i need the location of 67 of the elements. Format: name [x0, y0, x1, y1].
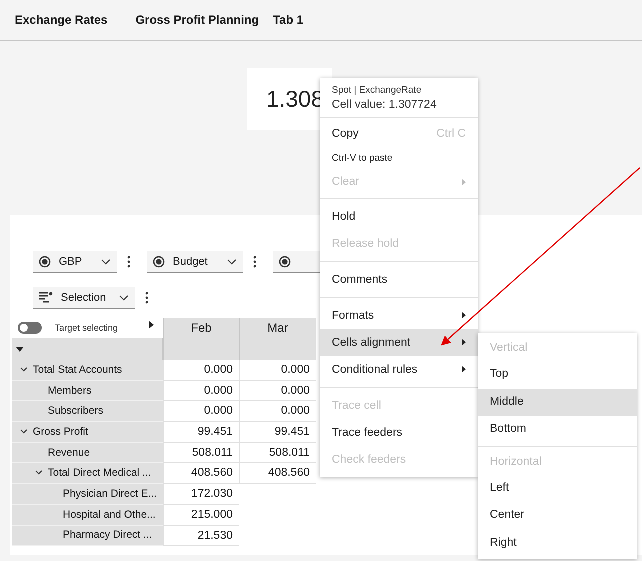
- kebab-menu-icon[interactable]: [253, 256, 257, 268]
- row-header: Revenue: [12, 442, 163, 464]
- value-cell[interactable]: 0.000: [239, 380, 316, 402]
- kebab-menu-icon[interactable]: [127, 256, 131, 268]
- row-header: Hospital and Othe...: [12, 504, 163, 526]
- value-cell[interactable]: 215.000: [163, 504, 239, 526]
- value-cell[interactable]: 508.011: [163, 442, 239, 464]
- radio-icon: [279, 256, 291, 268]
- cell-value-text: Cell value: 1.307724: [332, 99, 438, 111]
- value-cell[interactable]: 0.000: [163, 360, 239, 381]
- dashboard-tab[interactable]: Gross Profit Planning: [136, 13, 260, 27]
- dashboard-tab[interactable]: Tab 1: [273, 13, 304, 27]
- value-cell[interactable]: 0.000: [163, 380, 239, 402]
- toggle-label: Target selecting: [55, 323, 118, 333]
- value-cell[interactable]: 408.560: [163, 463, 239, 484]
- value-cell[interactable]: 408.560: [239, 463, 316, 484]
- menu-item[interactable]: Right: [478, 530, 637, 557]
- chevron-down-icon[interactable]: [20, 428, 28, 436]
- menu-title: Spot | ExchangeRate: [332, 85, 423, 96]
- menu-item[interactable]: Comments: [320, 266, 478, 293]
- row-header: Gross Profit: [12, 422, 163, 443]
- row-header: Members: [12, 380, 163, 402]
- column-header: Feb: [163, 318, 239, 360]
- radio-icon: [153, 256, 165, 268]
- value-cell[interactable]: 99.451: [163, 422, 239, 443]
- chevron-down-icon[interactable]: [20, 366, 28, 374]
- triangle-right-icon[interactable]: [149, 321, 154, 329]
- row-header: Pharmacy Direct ...: [12, 526, 163, 546]
- menu-item[interactable]: Bottom: [478, 416, 637, 444]
- value-cell[interactable]: 0.000: [239, 360, 316, 381]
- menu-item[interactable]: Conditional rules: [320, 356, 478, 383]
- value-cell[interactable]: 21.530: [163, 526, 239, 546]
- submenu-heading: Horizontal: [489, 454, 543, 470]
- menu-item[interactable]: Formats: [320, 302, 478, 329]
- chevron-down-icon[interactable]: [35, 469, 43, 478]
- toggle-switch[interactable]: [18, 322, 42, 334]
- dashboard-tab[interactable]: Exchange Rates: [15, 13, 108, 27]
- row-header: Total Direct Medical ...: [12, 463, 163, 484]
- value-cell[interactable]: 172.030: [163, 484, 239, 505]
- selection-list-icon: [39, 292, 53, 304]
- menu-item[interactable]: Cells alignment: [320, 329, 478, 356]
- row-header: Subscribers: [12, 401, 163, 422]
- value-cell[interactable]: 508.011: [239, 442, 316, 464]
- value-cell[interactable]: 0.000: [163, 401, 239, 422]
- menu-item[interactable]: Ctrl-V to paste: [320, 146, 478, 170]
- menu-item[interactable]: Trace feeders: [320, 419, 478, 446]
- menu-item[interactable]: Top: [478, 361, 637, 388]
- dimension-dropdown[interactable]: Budget: [147, 251, 243, 273]
- value-cell[interactable]: 0.000: [239, 401, 316, 422]
- row-header: Physician Direct E...: [12, 484, 163, 505]
- column-header: Mar: [239, 318, 316, 360]
- selection-dropdown[interactable]: Selection: [33, 287, 135, 309]
- dimension-dropdown[interactable]: GBP: [33, 251, 117, 273]
- value-cell[interactable]: 99.451: [239, 422, 316, 443]
- menu-item[interactable]: Middle: [478, 388, 637, 416]
- chevron-down-icon: [101, 258, 111, 264]
- chevron-down-icon: [119, 294, 129, 300]
- triangle-down-icon[interactable]: [16, 346, 24, 352]
- menu-item[interactable]: Hold: [320, 203, 478, 230]
- kebab-menu-icon[interactable]: [145, 292, 149, 304]
- menu-item[interactable]: Copy Ctrl C: [320, 122, 478, 146]
- row-header: Total Stat Accounts: [12, 360, 163, 381]
- menu-item[interactable]: Left: [478, 474, 637, 502]
- radio-icon: [39, 256, 51, 268]
- submenu-heading: Vertical: [489, 341, 529, 356]
- menu-item[interactable]: Center: [478, 502, 637, 530]
- chevron-down-icon: [227, 258, 237, 264]
